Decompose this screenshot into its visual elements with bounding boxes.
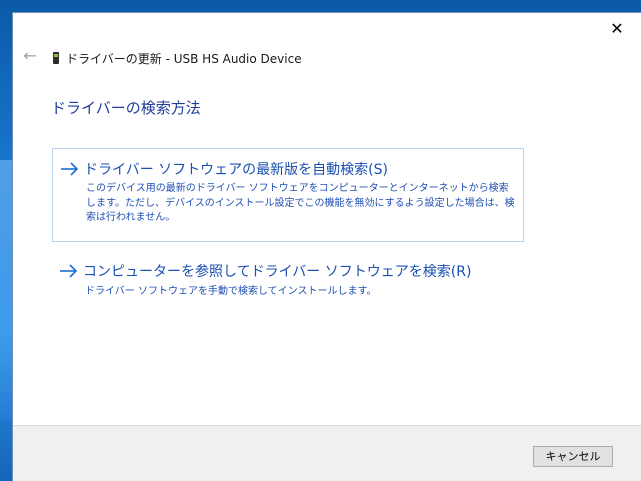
arrow-right-icon	[61, 162, 79, 176]
browse-search-option[interactable]: コンピューターを参照してドライバー ソフトウェアを検索(R) ドライバー ソフト…	[52, 253, 524, 313]
window-title: ドライバーの更新 - USB HS Audio Device	[66, 51, 302, 66]
auto-search-title: ドライバー ソフトウェアの最新版を自動検索(S)	[84, 162, 388, 178]
browse-search-description: ドライバー ソフトウェアを手動で検索してインストールします。	[85, 286, 377, 297]
usb-device-icon	[53, 52, 59, 64]
auto-search-option[interactable]: ドライバー ソフトウェアの最新版を自動検索(S) このデバイス用の最新のドライバ…	[52, 148, 524, 242]
auto-search-title-row: ドライバー ソフトウェアの最新版を自動検索(S)	[60, 159, 388, 179]
browse-search-title-row: コンピューターを参照してドライバー ソフトウェアを検索(R)	[59, 261, 471, 281]
back-arrow-icon[interactable]: ←	[21, 47, 39, 65]
cancel-button[interactable]: キャンセル	[533, 446, 613, 467]
page-heading: ドライバーの検索方法	[51, 99, 201, 117]
arrow-right-icon	[60, 264, 78, 278]
window-title-row: ドライバーの更新 - USB HS Audio Device	[53, 49, 302, 67]
dialog-footer: キャンセル	[13, 425, 641, 481]
update-driver-dialog: ✕ ← ドライバーの更新 - USB HS Audio Device ドライバー…	[13, 13, 641, 481]
close-icon[interactable]: ✕	[607, 19, 627, 39]
auto-search-description: このデバイス用の最新のドライバー ソフトウェアをコンピューターとインターネットか…	[86, 183, 515, 223]
browse-search-title: コンピューターを参照してドライバー ソフトウェアを検索(R)	[83, 264, 472, 280]
